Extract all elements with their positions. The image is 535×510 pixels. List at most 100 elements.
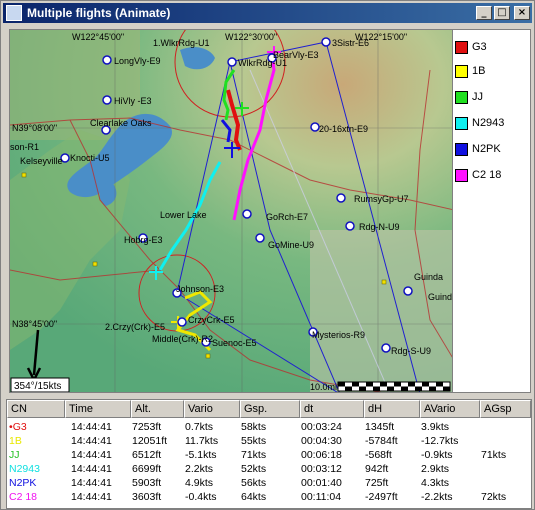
table-cell: 14:44:41 — [71, 435, 112, 447]
table-cell: 56kts — [241, 477, 267, 489]
table-cell: 942ft — [365, 463, 389, 475]
table-row[interactable]: N2943 14:44:41 6699ft 2.2kts 52kts 00:03:12 94… — [7, 463, 531, 475]
maximize-button[interactable]: □ — [494, 6, 510, 20]
table-row[interactable]: JJ 14:44:41 6512ft -5.1kts 71kts 00:06:18 -568… — [7, 449, 531, 461]
coord-label: W122°30'00" — [225, 32, 277, 42]
cell-cn: 1B — [9, 435, 22, 447]
legend-swatch — [455, 143, 468, 156]
table-cell: 4.9kts — [185, 477, 214, 489]
table-cell: 7253ft — [132, 421, 162, 433]
place-label: 1.WlkrRdg-U1 — [153, 38, 210, 48]
cn-label: JJ — [9, 449, 20, 461]
table-cell: 2.9kts — [421, 463, 450, 475]
cell-cn: JJ — [9, 449, 20, 461]
table-row[interactable]: N2PK 14:44:41 5903ft 4.9kts 56kts 00:01:40 725… — [7, 477, 531, 489]
legend-swatch — [455, 41, 468, 54]
column-header-time[interactable]: Time — [65, 400, 131, 418]
minimize-button[interactable]: _ — [476, 6, 492, 20]
place-label: Knocti-U5 — [70, 153, 110, 163]
table-cell: 3603ft — [132, 491, 162, 503]
table-cell: 14:44:41 — [71, 491, 112, 503]
app-icon — [6, 5, 22, 21]
table-cell: 71kts — [481, 449, 507, 461]
column-header-dt[interactable]: dt — [300, 400, 364, 418]
legend-swatch — [455, 117, 468, 130]
table-cell: 14:44:41 — [71, 477, 112, 489]
table-cell: 71kts — [241, 449, 267, 461]
table-cell: 0.7kts — [185, 421, 214, 433]
column-header-alt[interactable]: Alt. — [131, 400, 184, 418]
table-cell: 00:03:12 — [301, 463, 342, 475]
table-cell: 11.7kts — [185, 435, 219, 447]
table-cell: -5.1kts — [185, 449, 217, 461]
legend-swatch — [455, 169, 468, 182]
column-header-vario[interactable]: Vario — [184, 400, 240, 418]
cell-cn: N2PK — [9, 477, 36, 489]
table-row[interactable]: C2 18 14:44:41 3603ft -0.4kts 64kts 00:11:04 -… — [7, 491, 531, 503]
place-label: LongVly-E9 — [114, 56, 161, 66]
place-label: Middle(Crk)-R2 — [152, 334, 213, 344]
legend-label: G3 — [472, 41, 487, 53]
table-row[interactable]: 1B 14:44:41 12051ft 11.7kts 55kts 00:04:30 -57… — [7, 435, 531, 447]
table-cell: -5784ft — [365, 435, 398, 447]
legend-label: C2 18 — [472, 169, 502, 181]
flight-legend: G3 1B JJ N2943 N2PK C2 18 — [453, 29, 531, 393]
coord-label: N38°45'00" — [12, 319, 57, 329]
place-label: Suenoc-E5 — [212, 338, 257, 348]
table-cell: 14:44:41 — [71, 421, 112, 433]
column-header-gsp[interactable]: Gsp. — [240, 400, 300, 418]
table-cell: 3.9kts — [421, 421, 450, 433]
flights-window: Multiple flights (Animate) _ □ × W122°45… — [0, 0, 535, 510]
table-cell: 72kts — [481, 491, 507, 503]
table-cell: 12051ft — [132, 435, 168, 447]
table-cell: -0.9kts — [421, 449, 453, 461]
table-cell: -2497ft — [365, 491, 398, 503]
legend-label: N2PK — [472, 143, 501, 155]
place-label: Lower Lake — [160, 210, 207, 220]
close-button[interactable]: × — [514, 6, 530, 20]
window-title: Multiple flights (Animate) — [27, 6, 171, 20]
cn-label: C2 18 — [9, 491, 38, 503]
legend-label: N2943 — [472, 117, 505, 129]
place-label: RumsyGp-U7 — [354, 194, 409, 204]
place-label: Hobrg-E3 — [124, 235, 163, 245]
place-label: 2.Crzy(Crk)-E5 — [105, 322, 165, 332]
table-cell: 52kts — [241, 463, 267, 475]
place-label: 3Sistr-E6 — [332, 38, 369, 48]
column-header-avario[interactable]: AVario — [420, 400, 480, 418]
valley-floor — [310, 230, 452, 392]
column-header-cn[interactable]: CN — [7, 400, 65, 418]
table-cell: 00:01:40 — [301, 477, 342, 489]
table-cell: 725ft — [365, 477, 389, 489]
table-cell: 00:06:18 — [301, 449, 342, 461]
coord-label: N39°08'00" — [12, 123, 57, 133]
table-row[interactable]: •G3 14:44:41 7253ft 0.7kts 58kts 00:03:24 1345… — [7, 421, 531, 433]
column-header-agsp[interactable]: AGsp — [480, 400, 531, 418]
place-label: Kelseyville — [20, 156, 63, 166]
table-cell: 2.2kts — [185, 463, 214, 475]
terrain-map[interactable]: W122°45'00" W122°30'00" W122°15'00" N39°… — [9, 29, 453, 393]
cn-label: 1B — [9, 435, 22, 447]
place-label: BearVly-E3 — [273, 50, 319, 60]
table-cell: 5903ft — [132, 477, 162, 489]
place-label: GoRch-E7 — [266, 212, 308, 222]
place-label: Guinda — [428, 292, 453, 302]
place-label: 20-16xtn-E9 — [319, 124, 368, 134]
cell-cn: N2943 — [9, 463, 40, 475]
column-header-dh[interactable]: dH — [364, 400, 420, 418]
table-cell: -568ft — [365, 449, 392, 461]
table-cell: 00:11:04 — [301, 491, 342, 503]
table-cell: 55kts — [241, 435, 267, 447]
legend-label: JJ — [472, 91, 483, 103]
table-cell: 00:03:24 — [301, 421, 342, 433]
table-cell: 00:04:30 — [301, 435, 342, 447]
title-bar[interactable]: Multiple flights (Animate) _ □ × — [3, 3, 532, 23]
cn-label: N2PK — [9, 477, 37, 489]
table-cell: 1345ft — [365, 421, 395, 433]
cell-cn: C2 18 — [9, 491, 37, 503]
cn-label: G3 — [12, 421, 27, 433]
wind-label: 354°/15kts — [14, 381, 61, 392]
table-cell: -2.2kts — [421, 491, 453, 503]
table-header: CN Time Alt. Vario Gsp. dt dH AVario AGs… — [7, 400, 531, 418]
table-cell: 58kts — [241, 421, 267, 433]
